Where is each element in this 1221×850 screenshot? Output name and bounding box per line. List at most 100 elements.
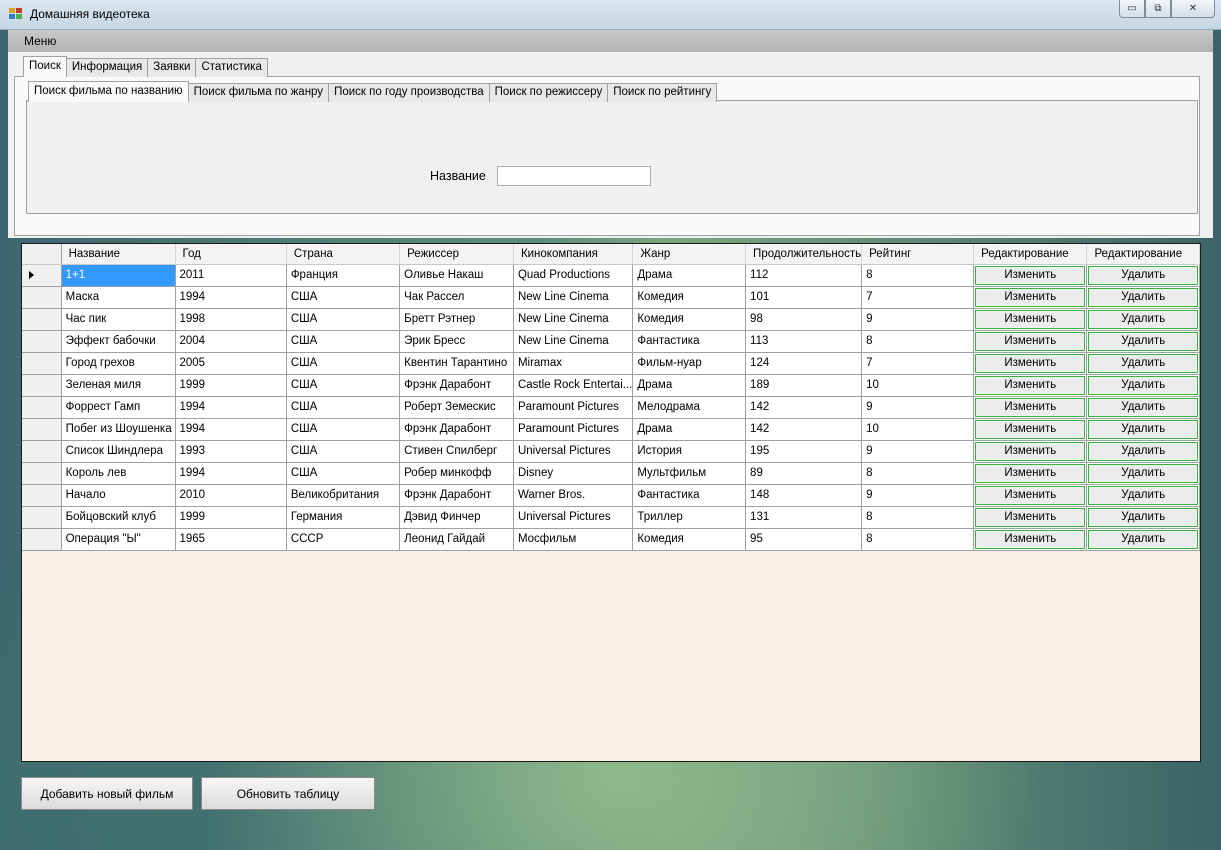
edit-button[interactable]: Изменить (975, 265, 1086, 285)
table-cell[interactable]: Комедия (632, 308, 747, 331)
column-header[interactable]: Год (175, 244, 287, 265)
table-cell[interactable]: 1994 (175, 396, 287, 419)
edit-button[interactable]: Изменить (975, 441, 1086, 461)
table-cell[interactable]: США (286, 308, 401, 331)
table-cell[interactable]: США (286, 352, 401, 375)
table-cell[interactable]: Драма (632, 264, 747, 287)
tab-search-by-director[interactable]: Поиск по режиссеру (488, 83, 609, 102)
table-cell[interactable]: Город грехов (61, 352, 176, 375)
close-button[interactable]: ✕ (1171, 0, 1215, 18)
refresh-table-button[interactable]: Обновить таблицу (201, 777, 375, 810)
table-cell[interactable]: США (286, 418, 401, 441)
table-row[interactable]: Король лев 1994 США Робер минкофф Disney Муль… (22, 462, 1200, 485)
row-header[interactable] (22, 374, 62, 397)
delete-button[interactable]: Удалить (1088, 353, 1198, 373)
table-cell[interactable]: 1999 (175, 506, 287, 529)
table-cell[interactable]: Фантастика (632, 484, 747, 507)
row-header[interactable] (22, 286, 62, 309)
table-cell[interactable]: Эффект бабочки (61, 330, 176, 353)
table-cell[interactable]: Фильм-нуар (632, 352, 747, 375)
table-cell[interactable]: США (286, 374, 401, 397)
maximize-button[interactable]: ⧉ (1145, 0, 1171, 18)
table-cell[interactable]: Warner Bros. (513, 484, 634, 507)
table-row[interactable]: Эффект бабочки 2004 США Эрик Бресс New Line … (22, 330, 1200, 353)
table-cell[interactable]: 8 (861, 264, 975, 287)
table-row[interactable]: Маска 1994 США Чак Рассел New Line Cinema Ком… (22, 286, 1200, 309)
table-cell[interactable]: 95 (745, 528, 863, 551)
table-cell[interactable]: США (286, 396, 401, 419)
edit-button[interactable]: Изменить (975, 309, 1086, 329)
table-cell[interactable]: Фантастика (632, 330, 747, 353)
table-cell[interactable]: 9 (861, 396, 975, 419)
row-header[interactable] (22, 506, 62, 529)
column-header[interactable]: Рейтинг (861, 244, 975, 265)
delete-button[interactable]: Удалить (1088, 265, 1198, 285)
table-cell[interactable]: США (286, 286, 401, 309)
table-cell[interactable]: Триллер (632, 506, 747, 529)
table-cell[interactable]: Castle Rock Entertai... (513, 374, 634, 397)
table-cell[interactable]: 101 (745, 286, 863, 309)
table-cell[interactable]: 7 (861, 286, 975, 309)
table-cell[interactable]: США (286, 330, 401, 353)
table-cell[interactable]: Начало (61, 484, 176, 507)
table-cell[interactable]: Бретт Рэтнер (399, 308, 514, 331)
table-cell[interactable]: Эрик Бресс (399, 330, 514, 353)
table-cell[interactable]: Чак Рассел (399, 286, 514, 309)
delete-button[interactable]: Удалить (1088, 397, 1198, 417)
row-header[interactable] (22, 528, 62, 551)
row-header[interactable] (22, 352, 62, 375)
table-cell[interactable]: 7 (861, 352, 975, 375)
table-cell[interactable]: 2011 (175, 264, 287, 287)
table-cell[interactable]: Мелодрама (632, 396, 747, 419)
table-cell[interactable]: Форрест Гамп (61, 396, 176, 419)
table-row[interactable]: Операция "Ы" 1965 СССР Леонид Гайдай Мосфиль… (22, 528, 1200, 551)
table-cell[interactable]: Король лев (61, 462, 176, 485)
table-cell[interactable]: Paramount Pictures (513, 418, 634, 441)
table-cell[interactable]: 1994 (175, 418, 287, 441)
edit-button[interactable]: Изменить (975, 397, 1086, 417)
table-row[interactable]: Бойцовский клуб 1999 Германия Дэвид Финчер U… (22, 506, 1200, 529)
table-cell[interactable]: Paramount Pictures (513, 396, 634, 419)
menu-item-menu[interactable]: Меню (24, 34, 56, 48)
table-cell[interactable]: Операция "Ы" (61, 528, 176, 551)
row-header[interactable] (22, 264, 62, 287)
row-header[interactable] (22, 308, 62, 331)
table-cell[interactable]: 89 (745, 462, 863, 485)
table-cell[interactable]: Маска (61, 286, 176, 309)
delete-button[interactable]: Удалить (1088, 331, 1198, 351)
table-cell[interactable]: Драма (632, 418, 747, 441)
table-cell[interactable]: 9 (861, 484, 975, 507)
column-header[interactable]: Редактирование (973, 244, 1088, 265)
table-cell[interactable]: 9 (861, 440, 975, 463)
tab-statistics[interactable]: Статистика (195, 58, 268, 77)
table-cell[interactable]: 113 (745, 330, 863, 353)
tab-search-by-name[interactable]: Поиск фильма по названию (28, 81, 189, 102)
delete-button[interactable]: Удалить (1088, 485, 1198, 505)
table-cell[interactable]: Робер минкофф (399, 462, 514, 485)
table-cell[interactable]: Час пик (61, 308, 176, 331)
edit-button[interactable]: Изменить (975, 375, 1086, 395)
table-row[interactable]: 1+1 2011 Франция Оливье Накаш Quad Productio… (22, 264, 1200, 287)
table-cell[interactable]: Квентин Тарантино (399, 352, 514, 375)
table-row[interactable]: Список Шиндлера 1993 США Стивен Спилберг Uni… (22, 440, 1200, 463)
table-cell[interactable]: 10 (861, 374, 975, 397)
delete-button[interactable]: Удалить (1088, 309, 1198, 329)
edit-button[interactable]: Изменить (975, 463, 1086, 483)
delete-button[interactable]: Удалить (1088, 287, 1198, 307)
column-header[interactable]: Жанр (632, 244, 747, 265)
column-header[interactable]: Режиссер (399, 244, 514, 265)
table-cell[interactable]: 8 (861, 506, 975, 529)
table-cell[interactable]: 1998 (175, 308, 287, 331)
table-cell[interactable]: США (286, 462, 401, 485)
table-cell[interactable]: Стивен Спилберг (399, 440, 514, 463)
table-cell[interactable]: 8 (861, 462, 975, 485)
table-cell[interactable]: Бойцовский клуб (61, 506, 176, 529)
table-cell[interactable]: 1965 (175, 528, 287, 551)
tab-search[interactable]: Поиск (23, 56, 67, 77)
name-search-input[interactable] (497, 166, 651, 186)
table-cell[interactable]: Universal Pictures (513, 440, 634, 463)
table-cell[interactable]: 2004 (175, 330, 287, 353)
edit-button[interactable]: Изменить (975, 353, 1086, 373)
table-cell[interactable]: Драма (632, 374, 747, 397)
column-header[interactable]: Кинокомпания (513, 244, 634, 265)
